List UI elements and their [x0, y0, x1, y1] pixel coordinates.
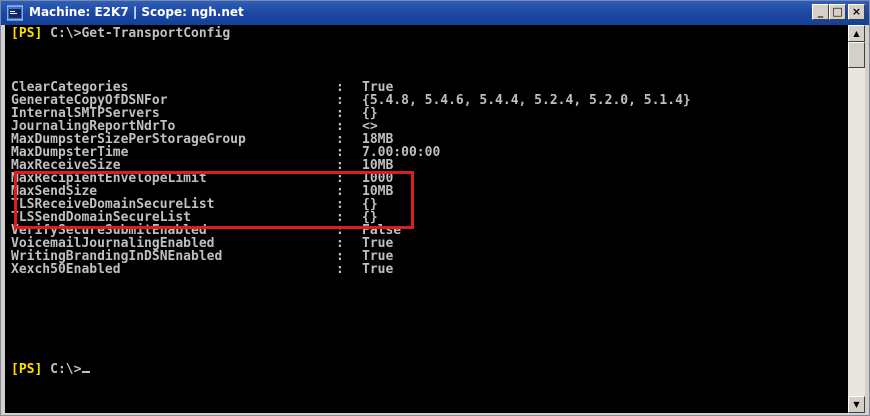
vertical-scrollbar[interactable]: ▲ ▼ — [848, 25, 865, 413]
highlight-annotation — [14, 171, 414, 229]
title-bar[interactable]: Machine: E2K7 | Scope: ngh.net _ □ × — [1, 1, 869, 25]
text-cursor — [82, 371, 91, 373]
prompt-tag: [PS] — [11, 362, 43, 377]
maximize-button[interactable]: □ — [829, 4, 846, 20]
console-app-icon — [7, 5, 23, 21]
scroll-down-button[interactable]: ▼ — [848, 396, 865, 413]
prompt-tag: [PS] — [11, 26, 43, 41]
property-separator: : — [336, 262, 344, 277]
command-text: C:\>Get-TransportConfig — [42, 26, 231, 41]
final-prompt-line[interactable]: [PS] C:\> — [11, 362, 91, 377]
property-value: {5.4.8, 5.4.6, 5.4.4, 5.2.4, 5.2.0, 5.1.… — [362, 93, 691, 108]
command-line: [PS] C:\>Get-TransportConfig — [11, 27, 230, 40]
scroll-up-button[interactable]: ▲ — [848, 25, 865, 42]
prompt-path: C:\> — [42, 362, 82, 377]
window-title: Machine: E2K7 | Scope: ngh.net — [29, 5, 244, 19]
close-button[interactable]: × — [848, 4, 865, 20]
property-name: Xexch50Enabled — [11, 262, 121, 277]
minimize-button[interactable]: _ — [812, 4, 829, 20]
console-window: Machine: E2K7 | Scope: ngh.net _ □ × [PS… — [0, 0, 870, 416]
scroll-thumb[interactable] — [848, 42, 865, 68]
property-value: True — [362, 262, 394, 277]
console-output[interactable]: [PS] C:\>Get-TransportConfig ClearCatego… — [5, 25, 850, 413]
